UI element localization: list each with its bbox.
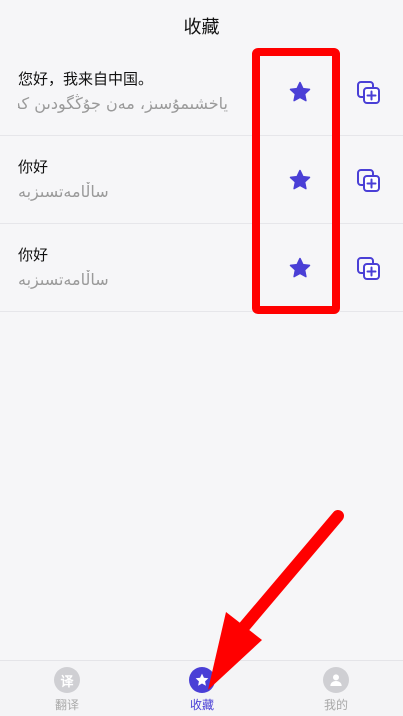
translation-text: ساڵامەتسىزبە — [18, 270, 109, 289]
list-item[interactable]: 您好，我来自中国。 ياخشىمۇسىز، مەن جۇڭگودىن كەلدى… — [0, 48, 403, 136]
annotation-highlight-box — [252, 48, 340, 314]
source-text: 您好，我来自中国。 — [18, 70, 154, 88]
source-text: 你好 — [18, 158, 49, 176]
list-item[interactable]: 你好 ساڵامەتسىزبە — [0, 224, 403, 312]
star-icon — [195, 673, 209, 686]
person-icon — [330, 674, 342, 686]
user-icon — [323, 667, 349, 693]
translation-text: ياخشىمۇسىز، مەن جۇڭگودىن كەلدىم. — [18, 94, 228, 113]
top-bar: 收藏 — [0, 0, 403, 52]
copy-icon — [357, 81, 380, 104]
translate-icon-glyph: 译 — [60, 674, 74, 690]
tab-translate-label: 翻译 — [54, 698, 79, 712]
tab-translate[interactable]: 译 翻译 — [27, 667, 107, 715]
translate-icon: 译 — [54, 667, 80, 693]
translation-text: ساڵامەتسىزبە — [18, 182, 109, 201]
copy-icon — [357, 257, 380, 280]
copy-button[interactable] — [355, 255, 383, 283]
bottom-tab-bar: 译 翻译 收藏 我的 — [0, 660, 403, 716]
favorites-tab-icon — [189, 667, 215, 693]
copy-button[interactable] — [355, 167, 383, 195]
tab-me[interactable]: 我的 — [296, 667, 376, 715]
favorites-list: 您好，我来自中国。 ياخشىمۇسىز، مەن جۇڭگودىن كەلدى… — [0, 48, 403, 312]
tab-favorites[interactable]: 收藏 — [162, 667, 242, 715]
copy-button[interactable] — [355, 79, 383, 107]
tab-favorites-label: 收藏 — [189, 698, 214, 712]
page-title: 收藏 — [183, 17, 220, 38]
list-item[interactable]: 你好 ساڵامەتسىزبە — [0, 136, 403, 224]
copy-icon — [357, 169, 380, 192]
source-text: 你好 — [18, 246, 49, 264]
tab-me-label: 我的 — [323, 698, 348, 712]
